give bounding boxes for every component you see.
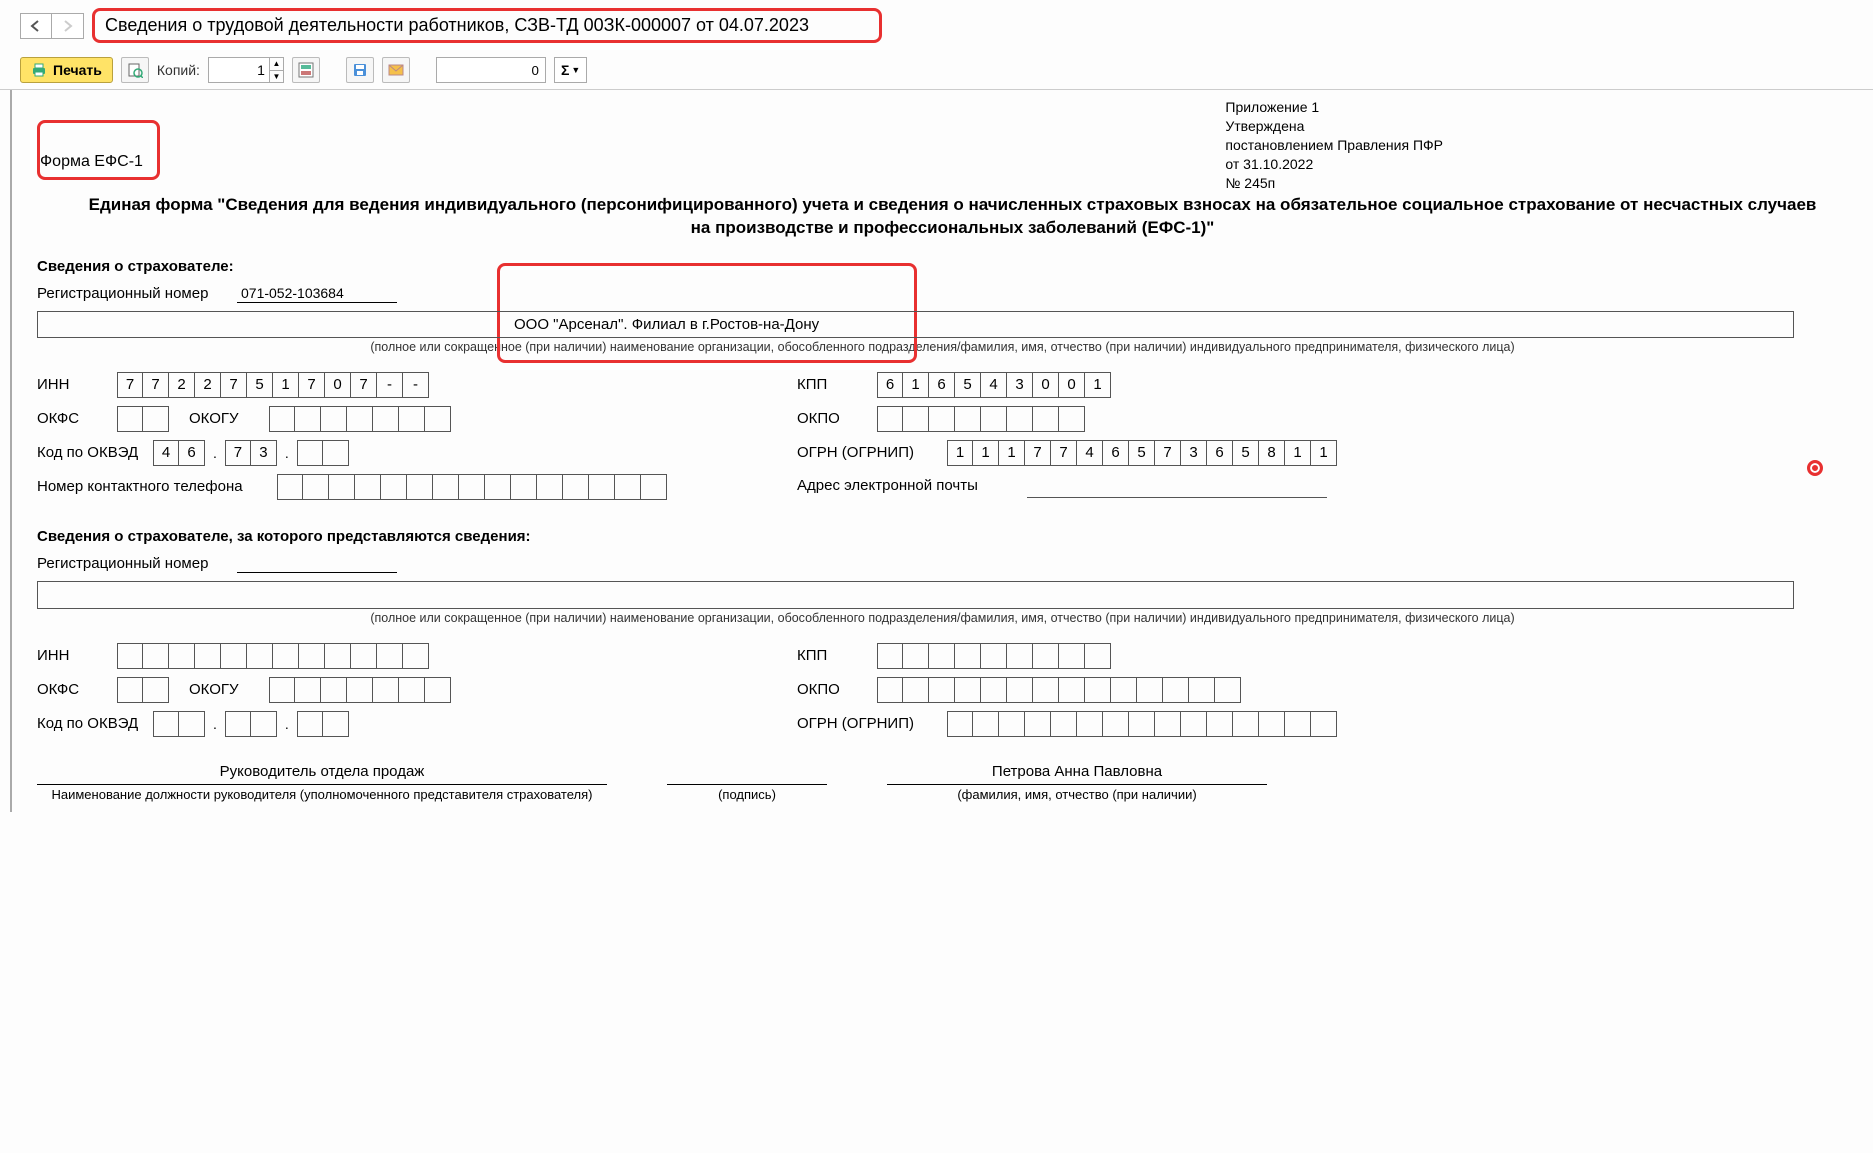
kpp-cells[interactable]: 616543001 (877, 372, 1111, 398)
okfs2-cells[interactable] (117, 677, 169, 703)
okpo-label: ОКПО (797, 410, 857, 427)
sigma-button[interactable]: Σ ▼ (554, 57, 587, 83)
okfs-label: ОКФС (37, 410, 97, 427)
okved-g3[interactable] (297, 440, 349, 466)
copies-input[interactable] (209, 58, 269, 82)
spinner-down[interactable]: ▼ (269, 70, 283, 82)
print-button[interactable]: Печать (20, 57, 113, 83)
kpp-label: КПП (797, 376, 857, 393)
okogu-cells[interactable] (269, 406, 451, 432)
reg-number-value: 071-052-103684 (237, 285, 397, 303)
nav-back-button[interactable] (20, 13, 52, 39)
okpo2-label: ОКПО (797, 681, 857, 698)
section1-title: Сведения о страхователе: (37, 258, 1848, 275)
org2-hint: (полное или сокращенное (при наличии) на… (37, 611, 1848, 625)
org2-name-field[interactable] (37, 581, 1794, 609)
fio-hint: (фамилия, имя, отчество (при наличии) (887, 787, 1267, 802)
document-main-title: Единая форма "Сведения для ведения индив… (77, 194, 1828, 240)
copies-label: Копий: (157, 62, 200, 78)
phone-label: Номер контактного телефона (37, 478, 257, 495)
reg2-label: Регистрационный номер (37, 555, 217, 572)
save-button[interactable] (346, 57, 374, 83)
inn2-cells[interactable] (117, 643, 429, 669)
okfs-cells[interactable] (117, 406, 169, 432)
ogrn-label: ОГРН (ОГРНИП) (797, 444, 927, 461)
print-label: Печать (53, 62, 102, 78)
okogu-label: ОКОГУ (189, 410, 249, 427)
chevron-down-icon: ▼ (571, 65, 580, 75)
section2-title: Сведения о страхователе, за которого пре… (37, 528, 1848, 545)
numeric-field[interactable] (436, 57, 546, 83)
reg-number-label: Регистрационный номер (37, 285, 217, 302)
okved-g2[interactable]: 73 (225, 440, 277, 466)
phone-cells[interactable] (277, 474, 667, 500)
okved-g1[interactable]: 46 (153, 440, 205, 466)
okved-label: Код по ОКВЭД (37, 444, 147, 461)
ogrn2-cells[interactable] (947, 711, 1337, 737)
signature-line (667, 763, 827, 785)
ogrn-cells[interactable]: 111774657365811 (947, 440, 1337, 466)
ogrn2-label: ОГРН (ОГРНИП) (797, 715, 927, 732)
spinner-up[interactable]: ▲ (269, 58, 283, 70)
reg2-value[interactable] (237, 555, 397, 573)
org-name-hint: (полное или сокращенное (при наличии) на… (37, 340, 1848, 354)
inn-label: ИНН (37, 376, 97, 393)
printer-icon (31, 62, 47, 78)
email-field[interactable] (1027, 474, 1327, 498)
okved2-label: Код по ОКВЭД (37, 715, 147, 732)
okogu2-cells[interactable] (269, 677, 451, 703)
sigma-icon: Σ (561, 62, 569, 78)
kpp2-cells[interactable] (877, 643, 1111, 669)
okogu2-label: ОКОГУ (189, 681, 249, 698)
inn-cells[interactable]: 7722751707-- (117, 372, 429, 398)
page-title: Сведения о трудовой деятельности работни… (92, 8, 882, 43)
okpo-cells[interactable] (877, 406, 1085, 432)
email-button[interactable] (382, 57, 410, 83)
record-indicator-icon (1807, 460, 1823, 476)
layout-toggle-button[interactable] (292, 57, 320, 83)
annex-info: Приложение 1 Утверждена постановлением П… (1225, 98, 1443, 192)
position-value: Руководитель отдела продаж (37, 763, 607, 785)
org-name-field[interactable]: ООО "Арсенал". Филиал в г.Ростов-на-Дону (37, 311, 1794, 338)
position-hint: Наименование должности руководителя (упо… (37, 787, 607, 802)
okfs2-label: ОКФС (37, 681, 97, 698)
okpo2-cells[interactable] (877, 677, 1241, 703)
kpp2-label: КПП (797, 647, 857, 664)
form-code-box: Форма ЕФС-1 (37, 120, 160, 180)
signature-hint: (подпись) (667, 787, 827, 802)
fio-value: Петрова Анна Павловна (887, 763, 1267, 785)
preview-button[interactable] (121, 57, 149, 83)
email-label: Адрес электронной почты (797, 477, 1007, 494)
inn2-label: ИНН (37, 647, 97, 664)
nav-forward-button[interactable] (52, 13, 84, 39)
copies-spinner[interactable]: ▲ ▼ (208, 57, 284, 83)
